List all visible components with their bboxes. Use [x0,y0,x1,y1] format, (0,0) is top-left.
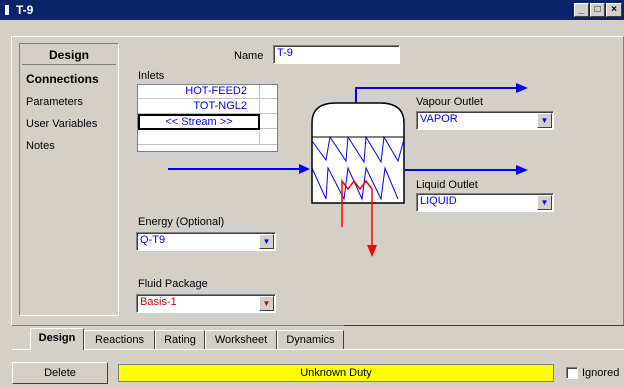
nav-divider [22,64,116,65]
window-titlebar: T-9 _ □ × [0,0,624,20]
chevron-down-icon[interactable]: ▼ [537,113,552,128]
vapour-arrow-icon [516,83,528,93]
tab-design[interactable]: Design [30,328,84,350]
tab-reactions[interactable]: Reactions [84,330,155,349]
liquid-outlet-value: LIQUID [420,195,457,207]
liquid-outlet-label: Liquid Outlet [416,179,478,191]
energy-select[interactable]: Q-T9 ▼ [136,232,276,251]
close-button[interactable]: × [606,3,622,17]
minimize-button[interactable]: _ [574,3,589,17]
fluid-package-value: Basis-1 [140,296,177,308]
tab-strip-edge [344,325,624,326]
ignored-checkbox[interactable] [566,367,578,379]
liquid-outlet-select[interactable]: LIQUID ▼ [416,193,554,212]
vapour-outlet-select[interactable]: VAPOR ▼ [416,111,554,130]
tab-rating[interactable]: Rating [155,330,205,349]
nav-item-connections[interactable]: Connections [26,72,99,86]
chevron-down-icon[interactable]: ▼ [537,195,552,210]
vapour-outlet-label: Vapour Outlet [416,96,484,108]
delete-button[interactable]: Delete [12,362,108,384]
fluid-package-select[interactable]: Basis-1 ▼ [136,294,276,313]
ignored-label[interactable]: Ignored [582,367,619,379]
nav-header: Design [48,48,89,62]
tab-strip-line [12,349,624,350]
name-label: Name [234,50,264,62]
window-title: T-9 [16,3,34,17]
fluid-package-label: Fluid Package [138,278,208,290]
nav-item-notes[interactable]: Notes [26,140,55,152]
window-system-icon[interactable] [5,5,9,15]
design-nav-panel: Design Connections Parameters User Varia… [19,43,119,316]
status-bar: Unknown Duty [118,364,554,382]
inlet-arrow-icon [299,164,310,174]
nav-item-parameters[interactable]: Parameters [26,96,83,108]
chevron-down-icon[interactable]: ▼ [259,234,274,249]
nav-item-user-variables[interactable]: User Variables [26,118,97,130]
energy-value: Q-T9 [140,234,166,246]
liquid-arrow-icon [516,165,528,175]
chevron-down-icon[interactable]: ▼ [259,296,274,311]
energy-arrow-icon [367,245,377,257]
name-input[interactable]: T-9 [273,45,400,64]
tab-worksheet[interactable]: Worksheet [205,330,277,349]
maximize-button[interactable]: □ [590,3,605,17]
vapour-outlet-value: VAPOR [420,113,458,125]
tab-dynamics[interactable]: Dynamics [277,330,344,349]
energy-label: Energy (Optional) [138,216,225,228]
